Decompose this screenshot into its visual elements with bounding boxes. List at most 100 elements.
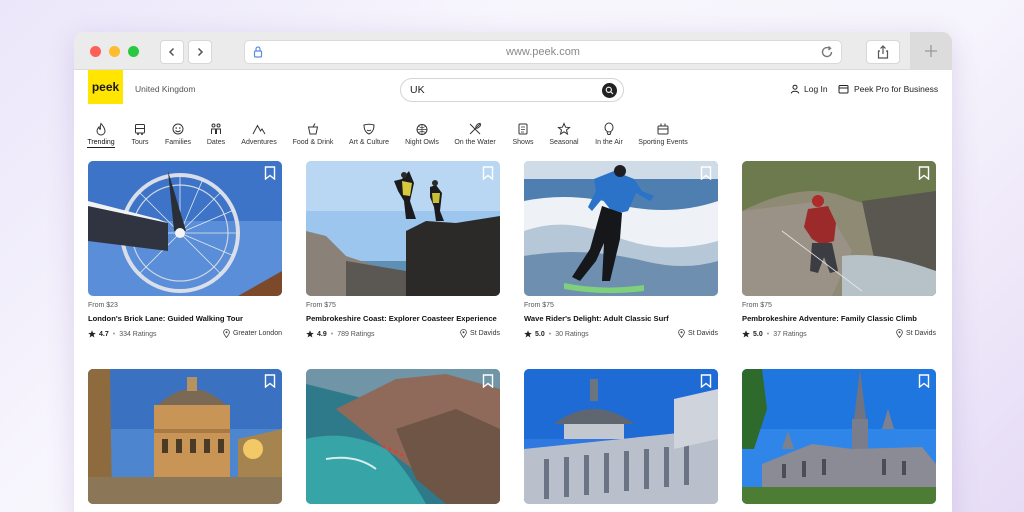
bookmark-icon[interactable] <box>264 166 276 180</box>
maximize-window-button[interactable] <box>128 46 139 57</box>
listing-ratings-count: 789 Ratings <box>337 330 375 338</box>
category-label: On the Water <box>454 139 496 146</box>
st-pauls-cathedral-photo[interactable] <box>524 369 718 504</box>
location-pin-icon <box>678 329 685 338</box>
bus-icon <box>133 122 147 136</box>
bookmark-icon[interactable] <box>918 374 930 388</box>
site-header: peek United Kingdom UK Log In Peek Pro f… <box>74 70 952 112</box>
reload-icon[interactable] <box>819 44 835 60</box>
bookmark-icon[interactable] <box>482 166 494 180</box>
listing-price: From $75 <box>742 302 772 309</box>
listing-ratings-count: 30 Ratings <box>555 330 589 338</box>
user-icon <box>790 84 800 94</box>
search-value: UK <box>410 84 425 96</box>
category-sporting-events[interactable]: Sporting Events <box>638 122 688 146</box>
listing-price: From $75 <box>306 302 336 309</box>
category-shows[interactable]: Shows <box>503 122 543 146</box>
location-pin-icon <box>896 329 903 338</box>
listing-card[interactable]: From $75 Pembrokeshire Coast: Explorer Co… <box>306 161 500 339</box>
bookmark-icon[interactable] <box>482 374 494 388</box>
family-icon <box>171 122 185 136</box>
drink-icon <box>306 122 320 136</box>
listing-card[interactable] <box>742 369 936 504</box>
category-in-the-air[interactable]: In the Air <box>589 122 629 146</box>
listing-location: St Davids <box>678 329 718 338</box>
london-eye-photo[interactable] <box>88 161 282 296</box>
category-on-the-water[interactable]: On the Water <box>454 122 496 146</box>
peek-logo[interactable]: peek <box>88 70 123 104</box>
bookmark-icon[interactable] <box>264 374 276 388</box>
listing-meta: 4.9 • 789 Ratings St Davids <box>306 329 500 339</box>
location-pin-icon <box>223 329 230 338</box>
new-tab-button[interactable] <box>910 32 952 70</box>
url-text: www.peek.com <box>506 46 580 58</box>
category-label: Sporting Events <box>638 139 688 146</box>
coastal-rocks-photo[interactable] <box>306 369 500 504</box>
bookmark-icon[interactable] <box>918 166 930 180</box>
flame-icon <box>94 122 108 136</box>
listing-title[interactable]: London's Brick Lane: Guided Walking Tour <box>88 314 282 323</box>
listing-price: From $75 <box>524 302 554 309</box>
share-button[interactable] <box>866 40 900 64</box>
category-bar: Trending Tours Families Dates Adventures Food… <box>74 122 952 152</box>
listing-location-text: St Davids <box>906 330 936 337</box>
listing-card[interactable] <box>88 369 282 504</box>
category-seasonal[interactable]: Seasonal <box>544 122 584 146</box>
listing-card[interactable] <box>524 369 718 504</box>
listing-title[interactable]: Pembrokeshire Coast: Explorer Coasteer E… <box>306 314 500 323</box>
bookmark-icon[interactable] <box>700 166 712 180</box>
cliff-jumpers-photo[interactable] <box>306 161 500 296</box>
couple-icon <box>209 122 223 136</box>
listing-card[interactable]: From $23 London's Brick Lane: Guided Walk… <box>88 161 282 339</box>
category-night-owls[interactable]: Night Owls <box>402 122 442 146</box>
category-label: Families <box>164 139 192 146</box>
peek-pro-link[interactable]: Peek Pro for Business <box>838 84 938 94</box>
category-label: In the Air <box>595 139 623 146</box>
paddle-icon <box>468 122 482 136</box>
listing-meta: 5.0 • 30 Ratings St Davids <box>524 329 718 339</box>
listing-card[interactable]: From $75 Pembrokeshire Adventure: Family … <box>742 161 936 339</box>
salisbury-cathedral-photo[interactable] <box>742 369 936 504</box>
category-label: Shows <box>512 139 534 146</box>
close-window-button[interactable] <box>90 46 101 57</box>
share-icon <box>877 45 889 59</box>
radcliffe-camera-photo[interactable] <box>88 369 282 504</box>
category-food-drink[interactable]: Food & Drink <box>293 122 333 146</box>
minimize-window-button[interactable] <box>109 46 120 57</box>
separator-dot: • <box>112 330 116 338</box>
category-tours[interactable]: Tours <box>120 122 160 146</box>
chevron-left-icon <box>168 47 175 57</box>
listing-meta: 4.7 • 334 Ratings Greater London <box>88 329 282 339</box>
back-button[interactable] <box>160 40 184 64</box>
bookmark-icon[interactable] <box>700 374 712 388</box>
address-bar[interactable]: www.peek.com <box>244 40 842 64</box>
search-input[interactable]: UK <box>400 78 624 102</box>
listing-card[interactable]: From $75 Wave Rider's Delight: Adult Clas… <box>524 161 718 339</box>
category-adventures[interactable]: Adventures <box>239 122 279 146</box>
category-label: Adventures <box>241 139 277 146</box>
category-families[interactable]: Families <box>158 122 198 146</box>
balloon-icon <box>602 122 616 136</box>
listing-title[interactable]: Pembrokeshire Adventure: Family Classic … <box>742 314 936 323</box>
category-art-culture[interactable]: Art & Culture <box>349 122 389 146</box>
category-trending[interactable]: Trending <box>81 122 121 148</box>
category-label: Night Owls <box>405 139 439 146</box>
category-dates[interactable]: Dates <box>196 122 236 146</box>
forward-button[interactable] <box>188 40 212 64</box>
listing-title[interactable]: Wave Rider's Delight: Adult Classic Surf <box>524 314 718 323</box>
surfer-photo[interactable] <box>524 161 718 296</box>
category-label: Trending <box>87 139 115 148</box>
listing-rating: 4.7 <box>99 330 109 338</box>
rock-climber-photo[interactable] <box>742 161 936 296</box>
search-icon[interactable] <box>602 83 617 98</box>
listing-card[interactable] <box>306 369 500 504</box>
listing-location-text: St Davids <box>688 330 718 337</box>
login-link[interactable]: Log In <box>790 84 828 94</box>
category-label: Tours <box>131 139 149 146</box>
pro-label: Peek Pro for Business <box>854 84 939 94</box>
listing-location-text: Greater London <box>232 330 282 337</box>
listing-rating: 5.0 <box>753 330 763 338</box>
login-label: Log In <box>804 84 828 94</box>
separator-dot: • <box>766 330 770 338</box>
region-selector[interactable]: United Kingdom <box>135 84 195 94</box>
